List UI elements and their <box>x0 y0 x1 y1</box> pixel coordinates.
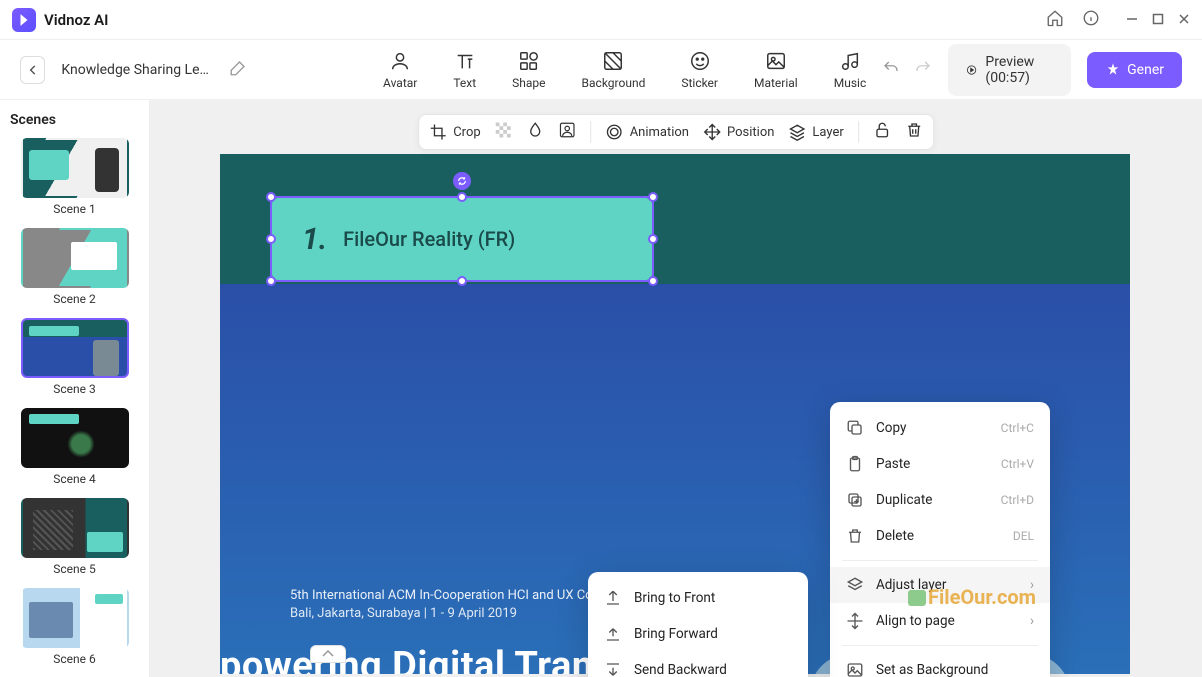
tool-label: Text <box>453 76 476 90</box>
banner-date: Bali, Jakarta, Surabaya | 1 - 9 April 20… <box>290 606 517 621</box>
ctx-bring-front[interactable]: Bring to Front <box>588 580 808 616</box>
tool-label: Material <box>754 76 798 90</box>
scene-label: Scene 6 <box>10 652 139 666</box>
home-icon[interactable] <box>1046 9 1064 31</box>
tool-label: Background <box>582 76 646 90</box>
sidebar-title: Scenes <box>10 112 139 128</box>
scene-thumbnail <box>21 228 129 288</box>
tool-sticker[interactable]: Sticker <box>681 50 718 90</box>
edit-title-icon[interactable] <box>229 59 247 81</box>
delete-icon[interactable] <box>905 121 923 143</box>
scene-item[interactable]: Scene 4 <box>10 408 139 486</box>
ctx-duplicate[interactable]: DuplicateCtrl+D <box>830 482 1050 518</box>
ctx-set-background[interactable]: Set as Background <box>830 652 1050 677</box>
close-icon[interactable] <box>1178 10 1190 29</box>
scene-label: Scene 2 <box>10 292 139 306</box>
tool-label: Sticker <box>681 76 718 90</box>
scene-label: Scene 5 <box>10 562 139 576</box>
tools-row: Avatar Text Shape Background Sticker Mat… <box>383 50 866 90</box>
scene-thumbnail <box>21 138 129 198</box>
project-title: Knowledge Sharing Lectu... <box>61 62 213 78</box>
position-button[interactable]: Position <box>703 123 774 141</box>
undo-icon[interactable] <box>882 59 900 81</box>
preview-label: Preview (00:57) <box>985 54 1053 86</box>
redo-icon[interactable] <box>914 59 932 81</box>
scene-label: Scene 3 <box>10 382 139 396</box>
blur-icon[interactable] <box>527 121 545 143</box>
watermark: FileOur.com <box>908 585 1036 609</box>
scenes-sidebar: Scenes Scene 1 Scene 2 Scene 3 Scene 4 S… <box>0 100 150 677</box>
scene-thumbnail <box>21 588 129 648</box>
info-icon[interactable] <box>1082 9 1100 31</box>
scene-label: Scene 4 <box>10 472 139 486</box>
generate-button[interactable]: Gener <box>1087 52 1182 88</box>
tool-label: Shape <box>512 76 545 90</box>
tool-avatar[interactable]: Avatar <box>383 50 417 90</box>
titlebar: Vidnoz AI <box>0 0 1202 40</box>
layer-button[interactable]: Layer <box>788 123 843 141</box>
scene-item[interactable]: Scene 6 <box>10 588 139 666</box>
header-right: Preview (00:57) Gener <box>882 44 1182 96</box>
scene-thumbnail <box>21 408 129 468</box>
titlebar-right <box>1046 9 1190 31</box>
scene-thumbnail <box>21 498 129 558</box>
tool-shape[interactable]: Shape <box>512 50 545 90</box>
maximize-icon[interactable] <box>1152 10 1164 29</box>
expand-handle[interactable] <box>310 645 346 663</box>
generate-label: Gener <box>1127 62 1164 78</box>
header: Knowledge Sharing Lectu... Avatar Text S… <box>0 40 1202 100</box>
element-number: 1. <box>302 222 327 257</box>
scene-item[interactable]: Scene 5 <box>10 498 139 576</box>
text-element[interactable]: 1. FileOur Reality (FR) <box>272 198 652 280</box>
minimize-icon[interactable] <box>1126 10 1138 29</box>
back-button[interactable] <box>20 56 45 84</box>
transparency-icon[interactable] <box>495 121 513 143</box>
scene-thumbnail <box>21 318 129 378</box>
preview-button[interactable]: Preview (00:57) <box>948 44 1071 96</box>
ctx-send-backward[interactable]: Send Backward <box>588 652 808 677</box>
unlock-icon[interactable] <box>873 121 891 143</box>
scene-item[interactable]: Scene 3 <box>10 318 139 396</box>
chevron-right-icon: › <box>1030 613 1034 629</box>
tool-text[interactable]: Text <box>453 50 476 90</box>
canvas-area: Crop Animation Position Layer <box>150 100 1202 677</box>
ctx-bring-forward[interactable]: Bring Forward <box>588 616 808 652</box>
logo-icon <box>12 8 36 32</box>
tool-background[interactable]: Background <box>582 50 646 90</box>
tool-material[interactable]: Material <box>754 50 798 90</box>
tool-music[interactable]: Music <box>834 50 866 90</box>
scene-label: Scene 1 <box>10 202 139 216</box>
crop-button[interactable]: Crop <box>429 123 480 141</box>
ctx-paste[interactable]: PasteCtrl+V <box>830 446 1050 482</box>
remove-bg-icon[interactable] <box>559 121 577 143</box>
titlebar-left: Vidnoz AI <box>12 8 108 32</box>
tool-label: Avatar <box>383 76 417 90</box>
element-toolbar: Crop Animation Position Layer <box>418 114 934 150</box>
context-menu: CopyCtrl+C PasteCtrl+V DuplicateCtrl+D D… <box>830 402 1050 677</box>
app-name: Vidnoz AI <box>44 11 108 29</box>
scene-item[interactable]: Scene 2 <box>10 228 139 306</box>
element-text: FileOur Reality (FR) <box>343 227 515 251</box>
tool-label: Music <box>834 76 866 90</box>
ctx-delete[interactable]: DeleteDEL <box>830 518 1050 554</box>
context-submenu-layer: Bring to Front Bring Forward Send Backwa… <box>588 572 808 677</box>
scene-item[interactable]: Scene 1 <box>10 138 139 216</box>
animation-button[interactable]: Animation <box>606 123 689 141</box>
ctx-copy[interactable]: CopyCtrl+C <box>830 410 1050 446</box>
